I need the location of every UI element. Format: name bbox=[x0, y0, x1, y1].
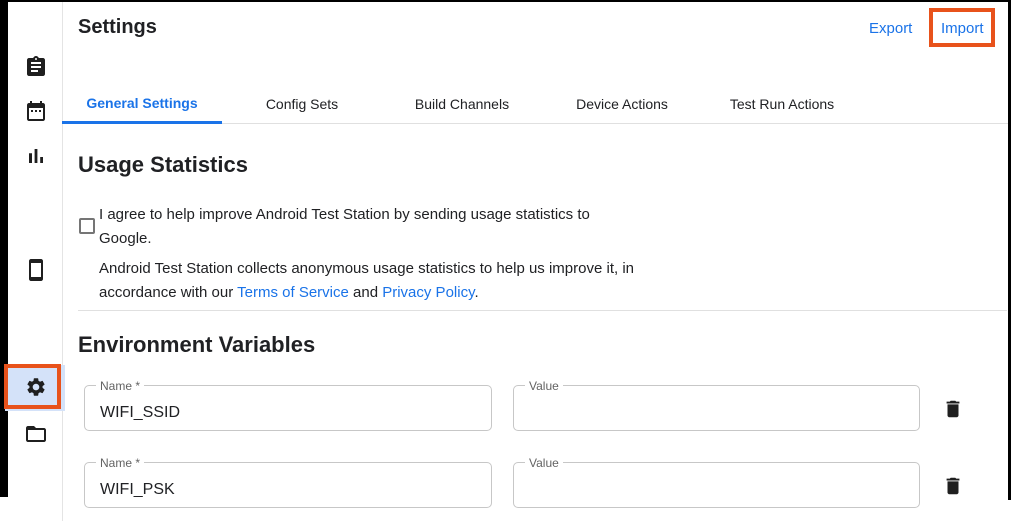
usage-note-suffix: . bbox=[474, 284, 478, 301]
sidebar-item-settings[interactable] bbox=[25, 376, 47, 398]
page-title: Settings bbox=[78, 16, 157, 39]
env-var-name-field-row2[interactable]: Name * bbox=[84, 462, 492, 508]
environment-variables-heading: Environment Variables bbox=[78, 332, 315, 358]
tab-general-settings[interactable]: General Settings bbox=[62, 84, 222, 124]
env-var-name-input-row1[interactable] bbox=[85, 386, 491, 430]
usage-statistics-heading: Usage Statistics bbox=[78, 152, 248, 178]
settings-gear-icon bbox=[25, 385, 47, 402]
calendar-icon bbox=[24, 110, 48, 127]
env-var-value-input-row2[interactable] bbox=[514, 463, 919, 507]
name-field-label: Name * bbox=[96, 456, 144, 470]
sidebar-item-schedule[interactable] bbox=[24, 99, 48, 123]
section-divider bbox=[78, 310, 1007, 311]
assignment-icon bbox=[24, 66, 48, 83]
bar-chart-icon bbox=[24, 155, 48, 172]
import-button[interactable]: Import bbox=[941, 20, 984, 37]
env-var-value-field-row1[interactable]: Value bbox=[513, 385, 920, 431]
trash-icon bbox=[942, 485, 964, 500]
env-var-value-input-row1[interactable] bbox=[514, 386, 919, 430]
value-field-label: Value bbox=[525, 456, 563, 470]
env-var-name-input-row2[interactable] bbox=[85, 463, 491, 507]
export-button[interactable]: Export bbox=[869, 20, 912, 37]
tab-build-channels[interactable]: Build Channels bbox=[382, 84, 542, 124]
name-field-label: Name * bbox=[96, 379, 144, 393]
trash-icon bbox=[942, 408, 964, 423]
delete-env-var-button-row2[interactable] bbox=[942, 475, 964, 497]
window-frame-top bbox=[0, 0, 1011, 2]
usage-agree-checkbox[interactable] bbox=[79, 218, 95, 234]
usage-note-text: Android Test Station collects anonymous … bbox=[99, 257, 699, 304]
window-frame-left bbox=[0, 0, 8, 497]
terms-of-service-link[interactable]: Terms of Service bbox=[237, 284, 349, 301]
sidebar-nav bbox=[8, 2, 63, 521]
delete-env-var-button-row1[interactable] bbox=[942, 398, 964, 420]
folder-icon bbox=[24, 433, 48, 450]
smartphone-icon bbox=[24, 269, 48, 286]
value-field-label: Value bbox=[525, 379, 563, 393]
tab-device-actions[interactable]: Device Actions bbox=[542, 84, 702, 124]
sidebar-item-reports[interactable] bbox=[24, 144, 48, 168]
tab-config-sets[interactable]: Config Sets bbox=[222, 84, 382, 124]
sidebar-item-test-runs[interactable] bbox=[24, 55, 48, 79]
usage-agree-label: I agree to help improve Android Test Sta… bbox=[99, 203, 644, 250]
usage-note-conjunction: and bbox=[349, 284, 382, 301]
tab-test-run-actions[interactable]: Test Run Actions bbox=[702, 84, 862, 124]
sidebar-item-files[interactable] bbox=[24, 422, 48, 446]
env-var-name-field-row1[interactable]: Name * bbox=[84, 385, 492, 431]
env-var-value-field-row2[interactable]: Value bbox=[513, 462, 920, 508]
settings-tab-bar: General Settings Config Sets Build Chann… bbox=[62, 84, 1008, 124]
sidebar-item-devices[interactable] bbox=[24, 258, 48, 282]
privacy-policy-link[interactable]: Privacy Policy bbox=[382, 284, 474, 301]
